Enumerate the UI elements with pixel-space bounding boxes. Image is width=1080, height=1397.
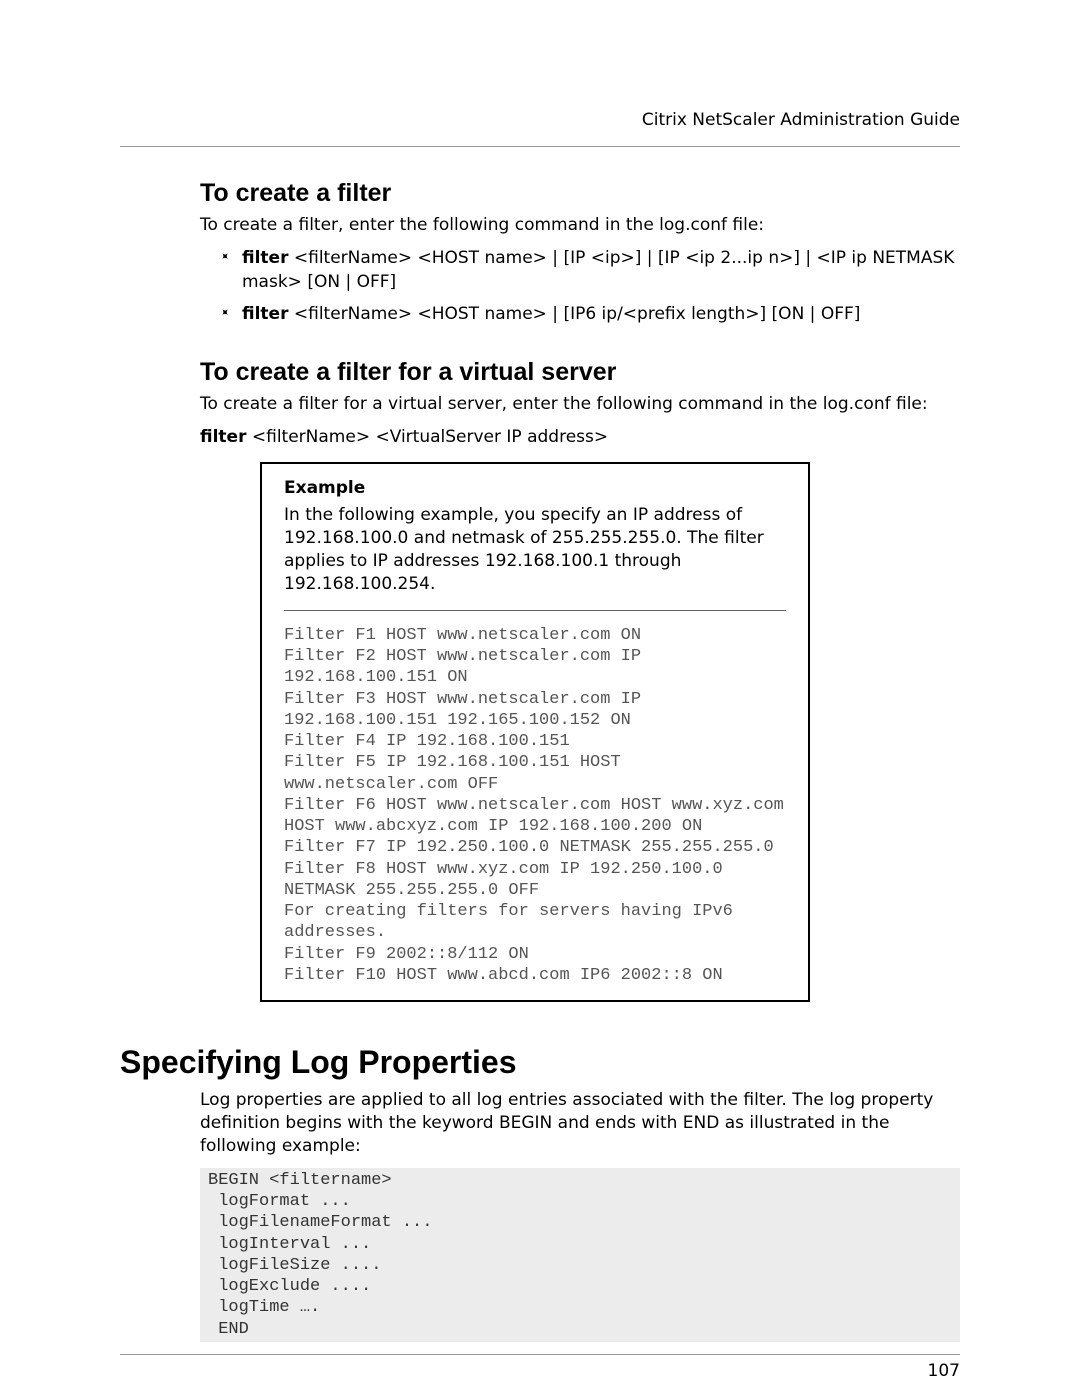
paragraph-create-filter-intro: To create a filter, enter the following … bbox=[200, 214, 960, 237]
code-block-log-properties: BEGIN <filtername> logFormat ... logFile… bbox=[200, 1168, 960, 1342]
keyword: filter bbox=[242, 304, 288, 324]
example-label: Example bbox=[284, 478, 786, 498]
syntax-text: <filterName> <HOST name> | [IP6 ip/<pref… bbox=[288, 304, 860, 324]
document-header: Citrix NetScaler Administration Guide bbox=[120, 110, 960, 146]
heading-specifying-log-properties: Specifying Log Properties bbox=[120, 1044, 960, 1081]
list-item: filter <filterName> <HOST name> | [IP6 i… bbox=[220, 303, 960, 327]
filter-syntax-list: filter <filterName> <HOST name> | [IP <i… bbox=[220, 247, 960, 326]
heading-create-filter: To create a filter bbox=[200, 179, 960, 208]
content-column: To create a filter To create a filter, e… bbox=[200, 179, 960, 1002]
keyword: filter bbox=[242, 248, 288, 268]
list-item: filter <filterName> <HOST name> | [IP <i… bbox=[220, 247, 960, 295]
paragraph-log-properties: Log properties are applied to all log en… bbox=[200, 1089, 960, 1158]
footer-divider bbox=[120, 1354, 960, 1355]
command-line: filter <filterName> <VirtualServer IP ad… bbox=[200, 426, 960, 450]
example-box: Example In the following example, you sp… bbox=[260, 462, 810, 1002]
syntax-text: <filterName> <VirtualServer IP address> bbox=[246, 427, 608, 447]
syntax-text: <filterName> <HOST name> | [IP <ip>] | [… bbox=[242, 248, 954, 292]
content-column-2: Log properties are applied to all log en… bbox=[200, 1089, 960, 1342]
header-divider bbox=[120, 146, 960, 147]
paragraph-vserver-intro: To create a filter for a virtual server,… bbox=[200, 393, 960, 416]
example-divider bbox=[284, 610, 786, 611]
page-number: 107 bbox=[120, 1361, 960, 1381]
example-description: In the following example, you specify an… bbox=[284, 504, 786, 596]
keyword: filter bbox=[200, 427, 246, 447]
page: Citrix NetScaler Administration Guide To… bbox=[0, 0, 1080, 1397]
example-code: Filter F1 HOST www.netscaler.com ON Filt… bbox=[284, 625, 786, 986]
heading-create-filter-vserver: To create a filter for a virtual server bbox=[200, 358, 960, 387]
